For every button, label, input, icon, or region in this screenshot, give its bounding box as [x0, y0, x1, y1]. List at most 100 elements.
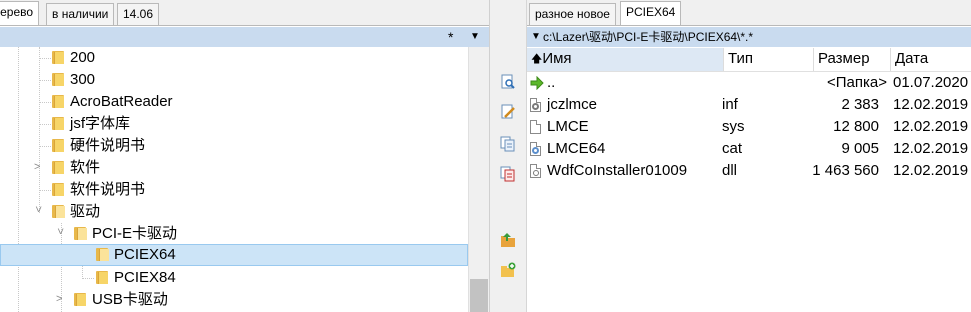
- tree-item-label: jsf字体库: [70, 115, 131, 132]
- scrollbar-thumb[interactable]: [470, 279, 488, 312]
- tree-item-pciex84[interactable]: PCIEX84: [0, 267, 468, 289]
- file-size: 12 800: [833, 118, 879, 135]
- tree-item-label: AcroBatReader: [70, 93, 173, 110]
- chevron-down-icon[interactable]: >: [53, 228, 67, 238]
- column-header-name-label: Имя: [542, 50, 572, 67]
- tree-item-drivers[interactable]: > 驱动: [0, 201, 468, 223]
- file-manager-window: Дерево в наличии 14.06 * ▼: [0, 0, 971, 312]
- file-size: 9 005: [841, 140, 879, 157]
- history-dropdown-icon[interactable]: ▼: [531, 30, 541, 44]
- filter-dropdown-icon[interactable]: ▼: [470, 29, 480, 45]
- folder-tree: 200 300 AcroBatReader jsf字体库 硬件说明书 > 软件 …: [0, 47, 468, 312]
- column-header-type[interactable]: Тип: [724, 48, 814, 71]
- tab-tree[interactable]: Дерево: [0, 1, 40, 26]
- filter-mask: *: [448, 29, 454, 45]
- file-row-jczlmce[interactable]: jczlmce inf 2 383 12.02.2019: [527, 94, 971, 116]
- tree-item-300[interactable]: 300: [0, 69, 468, 91]
- catalog-file-icon: [530, 142, 542, 156]
- file-name: WdfCoInstaller01009: [547, 162, 688, 179]
- sort-up-icon: 🡅: [531, 53, 543, 65]
- file-size: 2 383: [841, 96, 879, 113]
- file-name: LMCE: [547, 118, 589, 135]
- right-tab-strip: разное новое PCIEX64: [527, 0, 971, 26]
- file-date: 12.02.2019: [893, 162, 969, 179]
- tree-item-label: PCI-E卡驱动: [92, 225, 178, 242]
- folder-icon: [96, 271, 108, 284]
- file-type: sys: [722, 118, 745, 135]
- tab-in-stock[interactable]: в наличии: [46, 3, 115, 26]
- file-size: 1 463 560: [812, 162, 879, 179]
- left-pane: Дерево в наличии 14.06 * ▼: [0, 0, 490, 312]
- file-list-header: 🡅Имя Тип Размер Дата: [527, 48, 971, 71]
- dll-file-icon: [530, 164, 542, 178]
- tree-item-label: 300: [70, 71, 96, 88]
- chevron-right-icon[interactable]: >: [56, 292, 66, 306]
- tab-pciex64[interactable]: PCIEX64: [620, 1, 682, 26]
- file-row-parent[interactable]: .. <Папка> 01.07.2020: [527, 72, 971, 94]
- tree-item-usb-drivers[interactable]: > USB卡驱动: [0, 289, 468, 311]
- tree-item-acrobatreader[interactable]: AcroBatReader: [0, 91, 468, 113]
- tree-item-label: PCIEX84: [114, 269, 176, 286]
- column-header-size-label: Размер: [818, 50, 870, 67]
- tree-item-label: 200: [70, 49, 96, 66]
- tree-item-software-manuals[interactable]: 软件说明书: [0, 179, 468, 201]
- tab-divider: [0, 25, 490, 26]
- chevron-right-icon[interactable]: >: [34, 160, 44, 174]
- copy-file-icon[interactable]: [500, 136, 516, 152]
- folder-icon: [52, 51, 64, 64]
- file-size: <Папка>: [827, 74, 887, 91]
- tree-item-software[interactable]: > 软件: [0, 157, 468, 179]
- file-type: inf: [722, 96, 738, 113]
- file-type: cat: [722, 140, 743, 157]
- tree-item-label: 驱动: [70, 203, 101, 220]
- tree-item-pcie-drivers[interactable]: > PCI-E卡驱动: [0, 223, 468, 245]
- tab-14-06[interactable]: 14.06: [117, 3, 160, 26]
- chevron-down-icon[interactable]: >: [31, 206, 45, 216]
- move-to-folder-icon[interactable]: [500, 232, 516, 248]
- file-row-wdfcoinstaller[interactable]: WdfCoInstaller01009 dll 1 463 560 12.02.…: [527, 160, 971, 182]
- folder-icon: [74, 293, 86, 306]
- file-row-lmce64[interactable]: LMCE64 cat 9 005 12.02.2019: [527, 138, 971, 160]
- folder-icon: [52, 139, 64, 152]
- right-pane: разное новое PCIEX64 ▼ c:\Lazer\驱动\PCI-E…: [527, 0, 971, 312]
- tree-item-hardware-manuals[interactable]: 硬件说明书: [0, 135, 468, 157]
- file-icon: [530, 120, 542, 134]
- column-header-date[interactable]: Дата: [891, 48, 971, 71]
- tree-item-label: 软件说明书: [70, 181, 146, 198]
- folder-icon: [52, 117, 64, 130]
- file-name: jczlmce: [547, 96, 598, 113]
- new-folder-icon[interactable]: [500, 262, 516, 278]
- column-header-type-label: Тип: [728, 50, 754, 67]
- tab-misc-new[interactable]: разное новое: [529, 3, 616, 26]
- tree-item-200[interactable]: 200: [0, 47, 468, 69]
- tree-item-label: PCIEX64: [114, 246, 176, 263]
- view-file-icon[interactable]: [500, 74, 516, 90]
- vertical-toolbar: [490, 0, 527, 312]
- file-name: ..: [547, 74, 556, 91]
- column-header-size[interactable]: Размер: [814, 48, 891, 71]
- tree-filter-bar[interactable]: * ▼: [0, 27, 489, 47]
- column-header-name[interactable]: 🡅Имя: [527, 48, 724, 71]
- file-type: dll: [722, 162, 738, 179]
- file-name: LMCE64: [547, 140, 606, 157]
- settings-file-icon: [530, 98, 542, 112]
- left-tab-strip: Дерево в наличии 14.06: [0, 0, 490, 26]
- tree-item-jsf-fonts[interactable]: jsf字体库: [0, 113, 468, 135]
- up-arrow-icon: [530, 75, 544, 91]
- file-date: 12.02.2019: [893, 118, 969, 135]
- edit-file-icon[interactable]: [500, 104, 516, 120]
- folder-icon: [52, 183, 64, 196]
- tree-item-pciex64[interactable]: PCIEX64: [0, 244, 468, 266]
- column-header-date-label: Дата: [895, 50, 929, 67]
- tab-divider: [527, 25, 971, 26]
- tree-item-label: 软件: [70, 159, 101, 176]
- folder-open-icon: [74, 227, 87, 240]
- tree-scrollbar[interactable]: [468, 47, 489, 312]
- file-date: 12.02.2019: [893, 140, 969, 157]
- file-row-lmce[interactable]: LMCE sys 12 800 12.02.2019: [527, 116, 971, 138]
- file-date: 12.02.2019: [893, 96, 969, 113]
- delete-file-icon[interactable]: [500, 166, 516, 182]
- tree-item-label: USB卡驱动: [92, 291, 168, 308]
- path-bar[interactable]: ▼ c:\Lazer\驱动\PCI-E卡驱动\PCIEX64\*.*: [527, 27, 971, 47]
- folder-open-icon: [96, 248, 109, 261]
